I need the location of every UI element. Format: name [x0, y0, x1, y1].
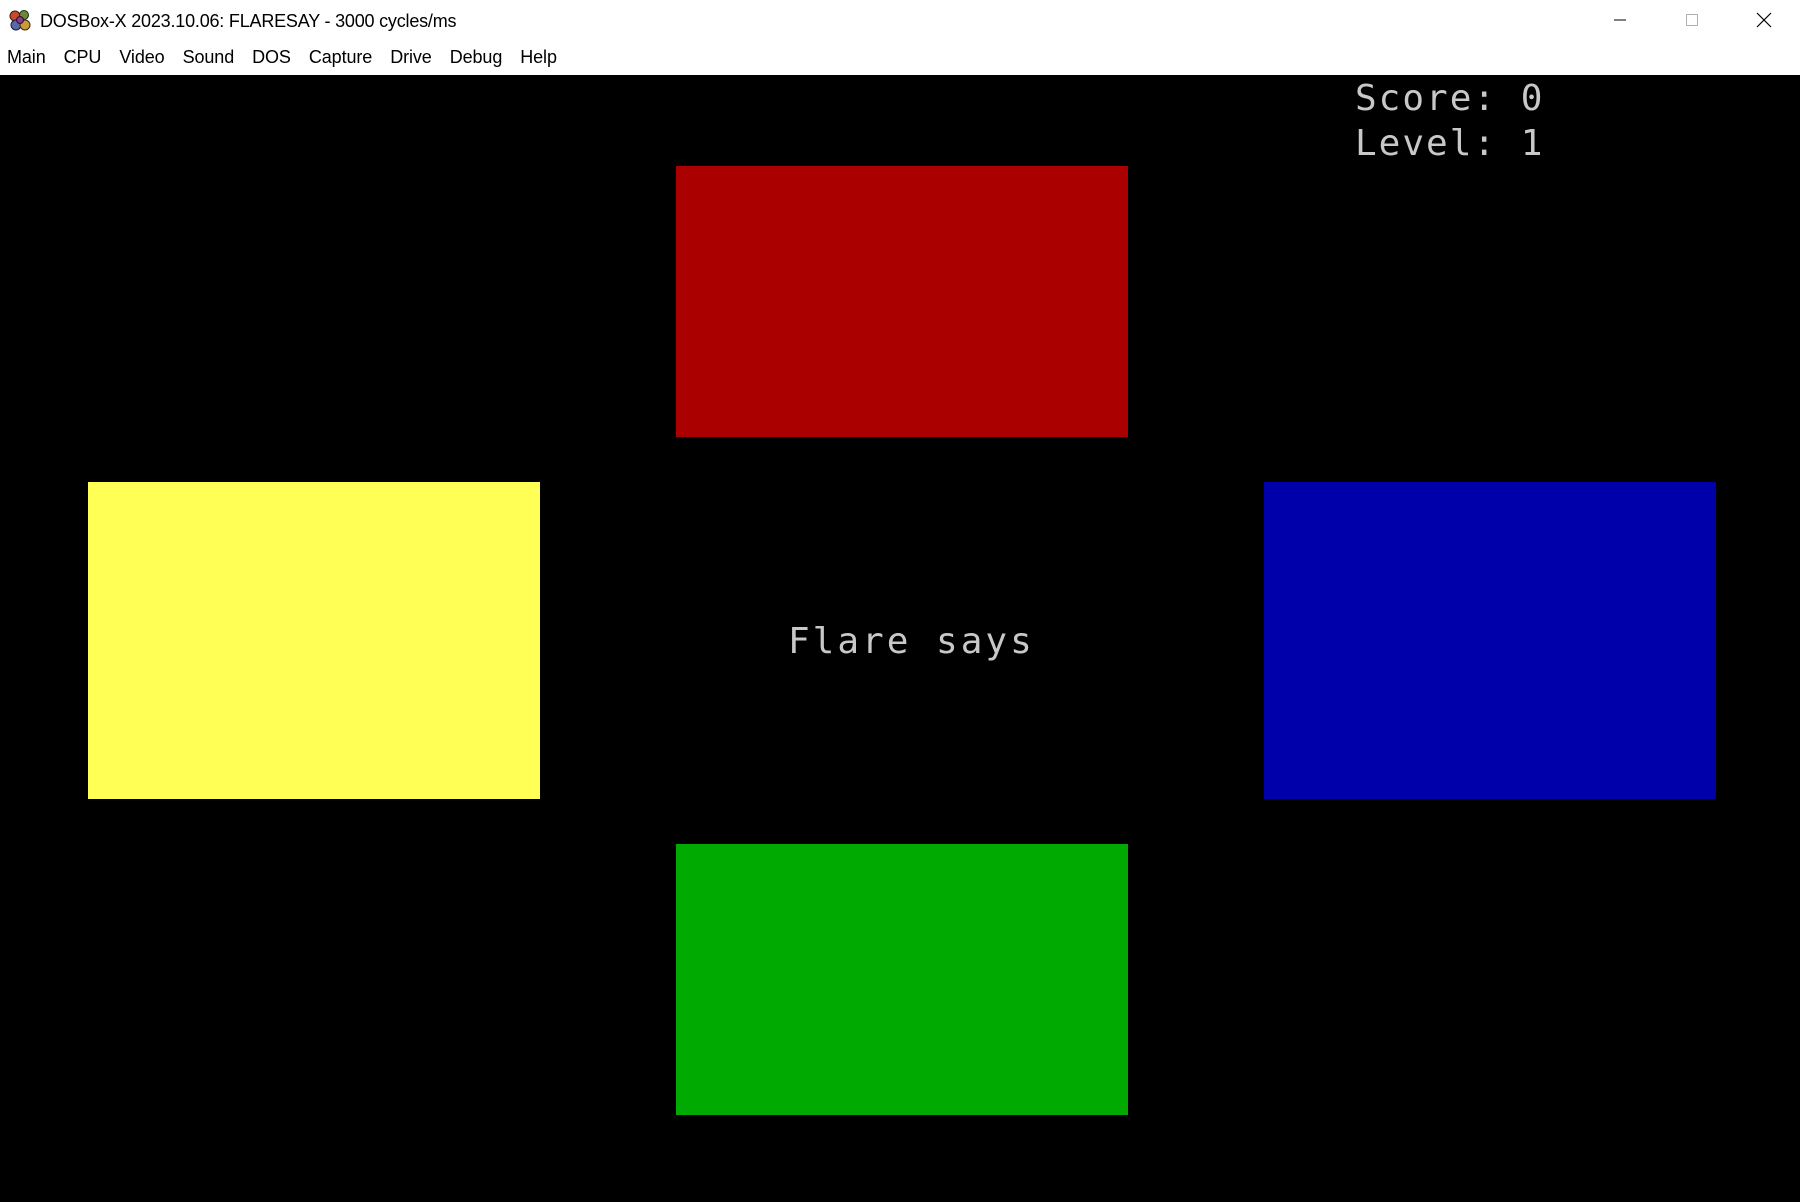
close-icon [1756, 12, 1772, 28]
menu-help[interactable]: Help [511, 40, 566, 75]
menu-video[interactable]: Video [110, 40, 173, 75]
game-message: Flare says [788, 621, 1035, 662]
menu-drive[interactable]: Drive [381, 40, 441, 75]
dosbox-window: DOSBox-X 2023.10.06: FLARESAY - 3000 cyc… [0, 0, 1800, 1202]
yellow-pad[interactable] [88, 482, 540, 799]
maximize-icon [1686, 14, 1698, 26]
dosbox-app-icon[interactable] [8, 9, 32, 33]
red-pad[interactable] [676, 166, 1128, 437]
close-button[interactable] [1728, 0, 1800, 40]
menu-cpu[interactable]: CPU [55, 40, 111, 75]
menu-bar: Main CPU Video Sound DOS Capture Drive D… [0, 40, 1800, 75]
minimize-button[interactable] [1584, 0, 1656, 40]
menu-capture[interactable]: Capture [300, 40, 381, 75]
window-title: DOSBox-X 2023.10.06: FLARESAY - 3000 cyc… [40, 11, 457, 31]
title-bar[interactable]: DOSBox-X 2023.10.06: FLARESAY - 3000 cyc… [0, 0, 1800, 40]
menu-main[interactable]: Main [0, 40, 55, 75]
level-display: Level: 1 [1355, 123, 1545, 164]
menu-dos[interactable]: DOS [243, 40, 300, 75]
maximize-button[interactable] [1656, 0, 1728, 40]
score-display: Score: 0 [1355, 78, 1545, 119]
minimize-icon [1614, 19, 1626, 21]
blue-pad[interactable] [1264, 482, 1716, 799]
menu-sound[interactable]: Sound [174, 40, 244, 75]
green-pad[interactable] [676, 844, 1128, 1115]
dos-screen[interactable]: Score: 0 Level: 1 Flare says [0, 75, 1800, 1202]
menu-debug[interactable]: Debug [441, 40, 512, 75]
